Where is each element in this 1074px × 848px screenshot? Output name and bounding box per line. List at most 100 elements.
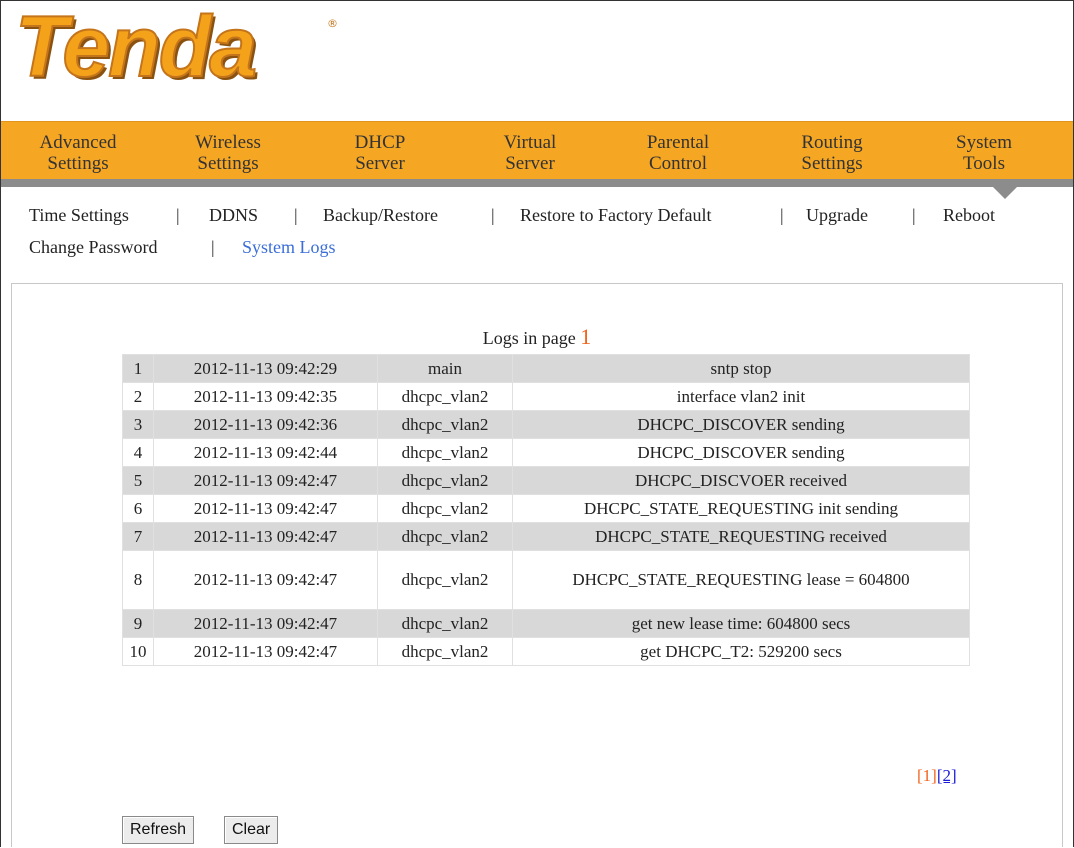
log-source: dhcpc_vlan2 bbox=[377, 410, 513, 439]
nav-label-line1: Routing bbox=[801, 132, 863, 153]
tenda-logo: Tenda bbox=[14, 0, 258, 95]
header: Tenda ® bbox=[1, 1, 1073, 121]
table-row: 1 2012-11-13 09:42:29 main sntp stop bbox=[122, 354, 970, 383]
nav-label-line1: System bbox=[956, 132, 1012, 153]
log-timestamp: 2012-11-13 09:42:47 bbox=[153, 550, 378, 610]
nav-label-line1: Parental bbox=[646, 132, 710, 153]
log-message: sntp stop bbox=[512, 354, 970, 383]
logs-panel: Logs in page 1 1 2012-11-13 09:42:29 main s… bbox=[11, 283, 1063, 847]
log-number: 8 bbox=[122, 550, 154, 610]
log-source: dhcpc_vlan2 bbox=[377, 522, 513, 551]
subnav-separator: | bbox=[294, 205, 298, 225]
refresh-button[interactable]: Refresh bbox=[122, 816, 195, 844]
log-number: 10 bbox=[122, 637, 154, 666]
log-timestamp: 2012-11-13 09:42:35 bbox=[153, 382, 378, 411]
table-row: 8 2012-11-13 09:42:47 dhcpc_vlan2 DHCPC_STA… bbox=[122, 550, 970, 610]
subnav-system-logs[interactable]: System Logs bbox=[242, 237, 336, 258]
log-source: main bbox=[377, 354, 513, 383]
log-number: 6 bbox=[122, 494, 154, 523]
clear-button[interactable]: Clear bbox=[224, 816, 279, 844]
log-number: 9 bbox=[122, 609, 154, 638]
log-timestamp: 2012-11-13 09:42:36 bbox=[153, 410, 378, 439]
registered-mark: ® bbox=[327, 17, 338, 30]
log-message: DHCPC_STATE_REQUESTING received bbox=[512, 522, 970, 551]
nav-divider-bar bbox=[1, 179, 1073, 187]
system-logs-table: 1 2012-11-13 09:42:29 main sntp stop 2 2012-1… bbox=[122, 354, 970, 666]
subnav-ddns[interactable]: DDNS bbox=[209, 205, 258, 226]
nav-dhcp-server[interactable]: DHCP Server bbox=[325, 132, 435, 178]
nav-label-line1: Wireless bbox=[195, 132, 261, 153]
log-message: DHCPC_STATE_REQUESTING lease = 604800 bbox=[512, 550, 970, 610]
subnav-separator: | bbox=[491, 205, 495, 225]
log-number: 7 bbox=[122, 522, 154, 551]
log-message: interface vlan2 init bbox=[512, 382, 970, 411]
log-number: 5 bbox=[122, 466, 154, 495]
log-number: 4 bbox=[122, 438, 154, 467]
log-message: get new lease time: 604800 secs bbox=[512, 609, 970, 638]
log-number: 1 bbox=[122, 354, 154, 383]
log-timestamp: 2012-11-13 09:42:47 bbox=[153, 609, 378, 638]
log-source: dhcpc_vlan2 bbox=[377, 494, 513, 523]
log-number: 2 bbox=[122, 382, 154, 411]
table-row: 6 2012-11-13 09:42:47 dhcpc_vlan2 DHCPC_STA… bbox=[122, 494, 970, 523]
nav-advanced-settings[interactable]: Advanced Settings bbox=[23, 132, 133, 178]
nav-virtual-server[interactable]: Virtual Server bbox=[475, 132, 585, 178]
nav-label-line2: Tools bbox=[963, 153, 1005, 174]
log-timestamp: 2012-11-13 09:42:47 bbox=[153, 466, 378, 495]
table-row: 5 2012-11-13 09:42:47 dhcpc_vlan2 DHCPC_DIS… bbox=[122, 466, 970, 495]
log-source: dhcpc_vlan2 bbox=[377, 382, 513, 411]
log-number: 3 bbox=[122, 410, 154, 439]
log-message: DHCPC_DISCVOER received bbox=[512, 466, 970, 495]
nav-parental-control[interactable]: Parental Control bbox=[623, 132, 733, 178]
subnav-separator: | bbox=[211, 237, 215, 257]
table-row: 7 2012-11-13 09:42:47 dhcpc_vlan2 DHCPC_STA… bbox=[122, 522, 970, 551]
log-timestamp: 2012-11-13 09:42:47 bbox=[153, 637, 378, 666]
pagination: [1][2] bbox=[917, 766, 957, 786]
log-message: DHCPC_DISCOVER sending bbox=[512, 410, 970, 439]
subnav-time-settings[interactable]: Time Settings bbox=[29, 205, 129, 226]
router-admin-page: Tenda ® Advanced Settings Wireless Setti… bbox=[0, 0, 1074, 847]
log-message: DHCPC_STATE_REQUESTING init sending bbox=[512, 494, 970, 523]
nav-label-line2: Control bbox=[648, 153, 708, 174]
log-source: dhcpc_vlan2 bbox=[377, 466, 513, 495]
nav-routing-settings[interactable]: Routing Settings bbox=[777, 132, 887, 178]
log-source: dhcpc_vlan2 bbox=[377, 550, 513, 610]
log-source: dhcpc_vlan2 bbox=[377, 637, 513, 666]
logs-heading-text: Logs in page bbox=[482, 328, 576, 348]
nav-system-tools[interactable]: System Tools bbox=[929, 132, 1039, 178]
nav-label-line2: Server bbox=[505, 153, 555, 174]
table-row: 4 2012-11-13 09:42:44 dhcpc_vlan2 DHCPC_DIS… bbox=[122, 438, 970, 467]
table-row: 10 2012-11-13 09:42:47 dhcpc_vlan2 get DHCP… bbox=[122, 637, 970, 666]
page-link-1[interactable]: [1] bbox=[917, 766, 937, 785]
page-link-2[interactable]: [2] bbox=[937, 766, 957, 785]
subnav-separator: | bbox=[780, 205, 784, 225]
nav-label-line1: Virtual bbox=[503, 132, 557, 153]
log-message: get DHCPC_T2: 529200 secs bbox=[512, 637, 970, 666]
nav-label-line2: Settings bbox=[801, 153, 863, 174]
table-row: 2 2012-11-13 09:42:35 dhcpc_vlan2 interface… bbox=[122, 382, 970, 411]
log-source: dhcpc_vlan2 bbox=[377, 438, 513, 467]
log-timestamp: 2012-11-13 09:42:44 bbox=[153, 438, 378, 467]
nav-label-line1: Advanced bbox=[39, 132, 117, 153]
log-message: DHCPC_DISCOVER sending bbox=[512, 438, 970, 467]
subnav-upgrade[interactable]: Upgrade bbox=[806, 205, 868, 226]
nav-label-line1: DHCP bbox=[354, 132, 406, 153]
subnav-backup-restore[interactable]: Backup/Restore bbox=[323, 205, 438, 226]
subnav-restore-factory-default[interactable]: Restore to Factory Default bbox=[520, 205, 711, 226]
log-timestamp: 2012-11-13 09:42:47 bbox=[153, 522, 378, 551]
nav-label-line2: Server bbox=[355, 153, 405, 174]
sub-nav: Time Settings | DDNS | Backup/Restore | … bbox=[1, 197, 1073, 267]
subnav-separator: | bbox=[176, 205, 180, 225]
subnav-reboot[interactable]: Reboot bbox=[943, 205, 995, 226]
log-source: dhcpc_vlan2 bbox=[377, 609, 513, 638]
main-nav: Advanced Settings Wireless Settings DHCP… bbox=[1, 121, 1073, 180]
current-page-number: 1 bbox=[580, 324, 592, 349]
table-row: 9 2012-11-13 09:42:47 dhcpc_vlan2 get new l… bbox=[122, 609, 970, 638]
subnav-separator: | bbox=[912, 205, 916, 225]
nav-label-line2: Settings bbox=[197, 153, 259, 174]
subnav-change-password[interactable]: Change Password bbox=[29, 237, 158, 258]
table-row: 3 2012-11-13 09:42:36 dhcpc_vlan2 DHCPC_DIS… bbox=[122, 410, 970, 439]
nav-label-line2: Settings bbox=[47, 153, 109, 174]
log-timestamp: 2012-11-13 09:42:47 bbox=[153, 494, 378, 523]
nav-wireless-settings[interactable]: Wireless Settings bbox=[173, 132, 283, 178]
